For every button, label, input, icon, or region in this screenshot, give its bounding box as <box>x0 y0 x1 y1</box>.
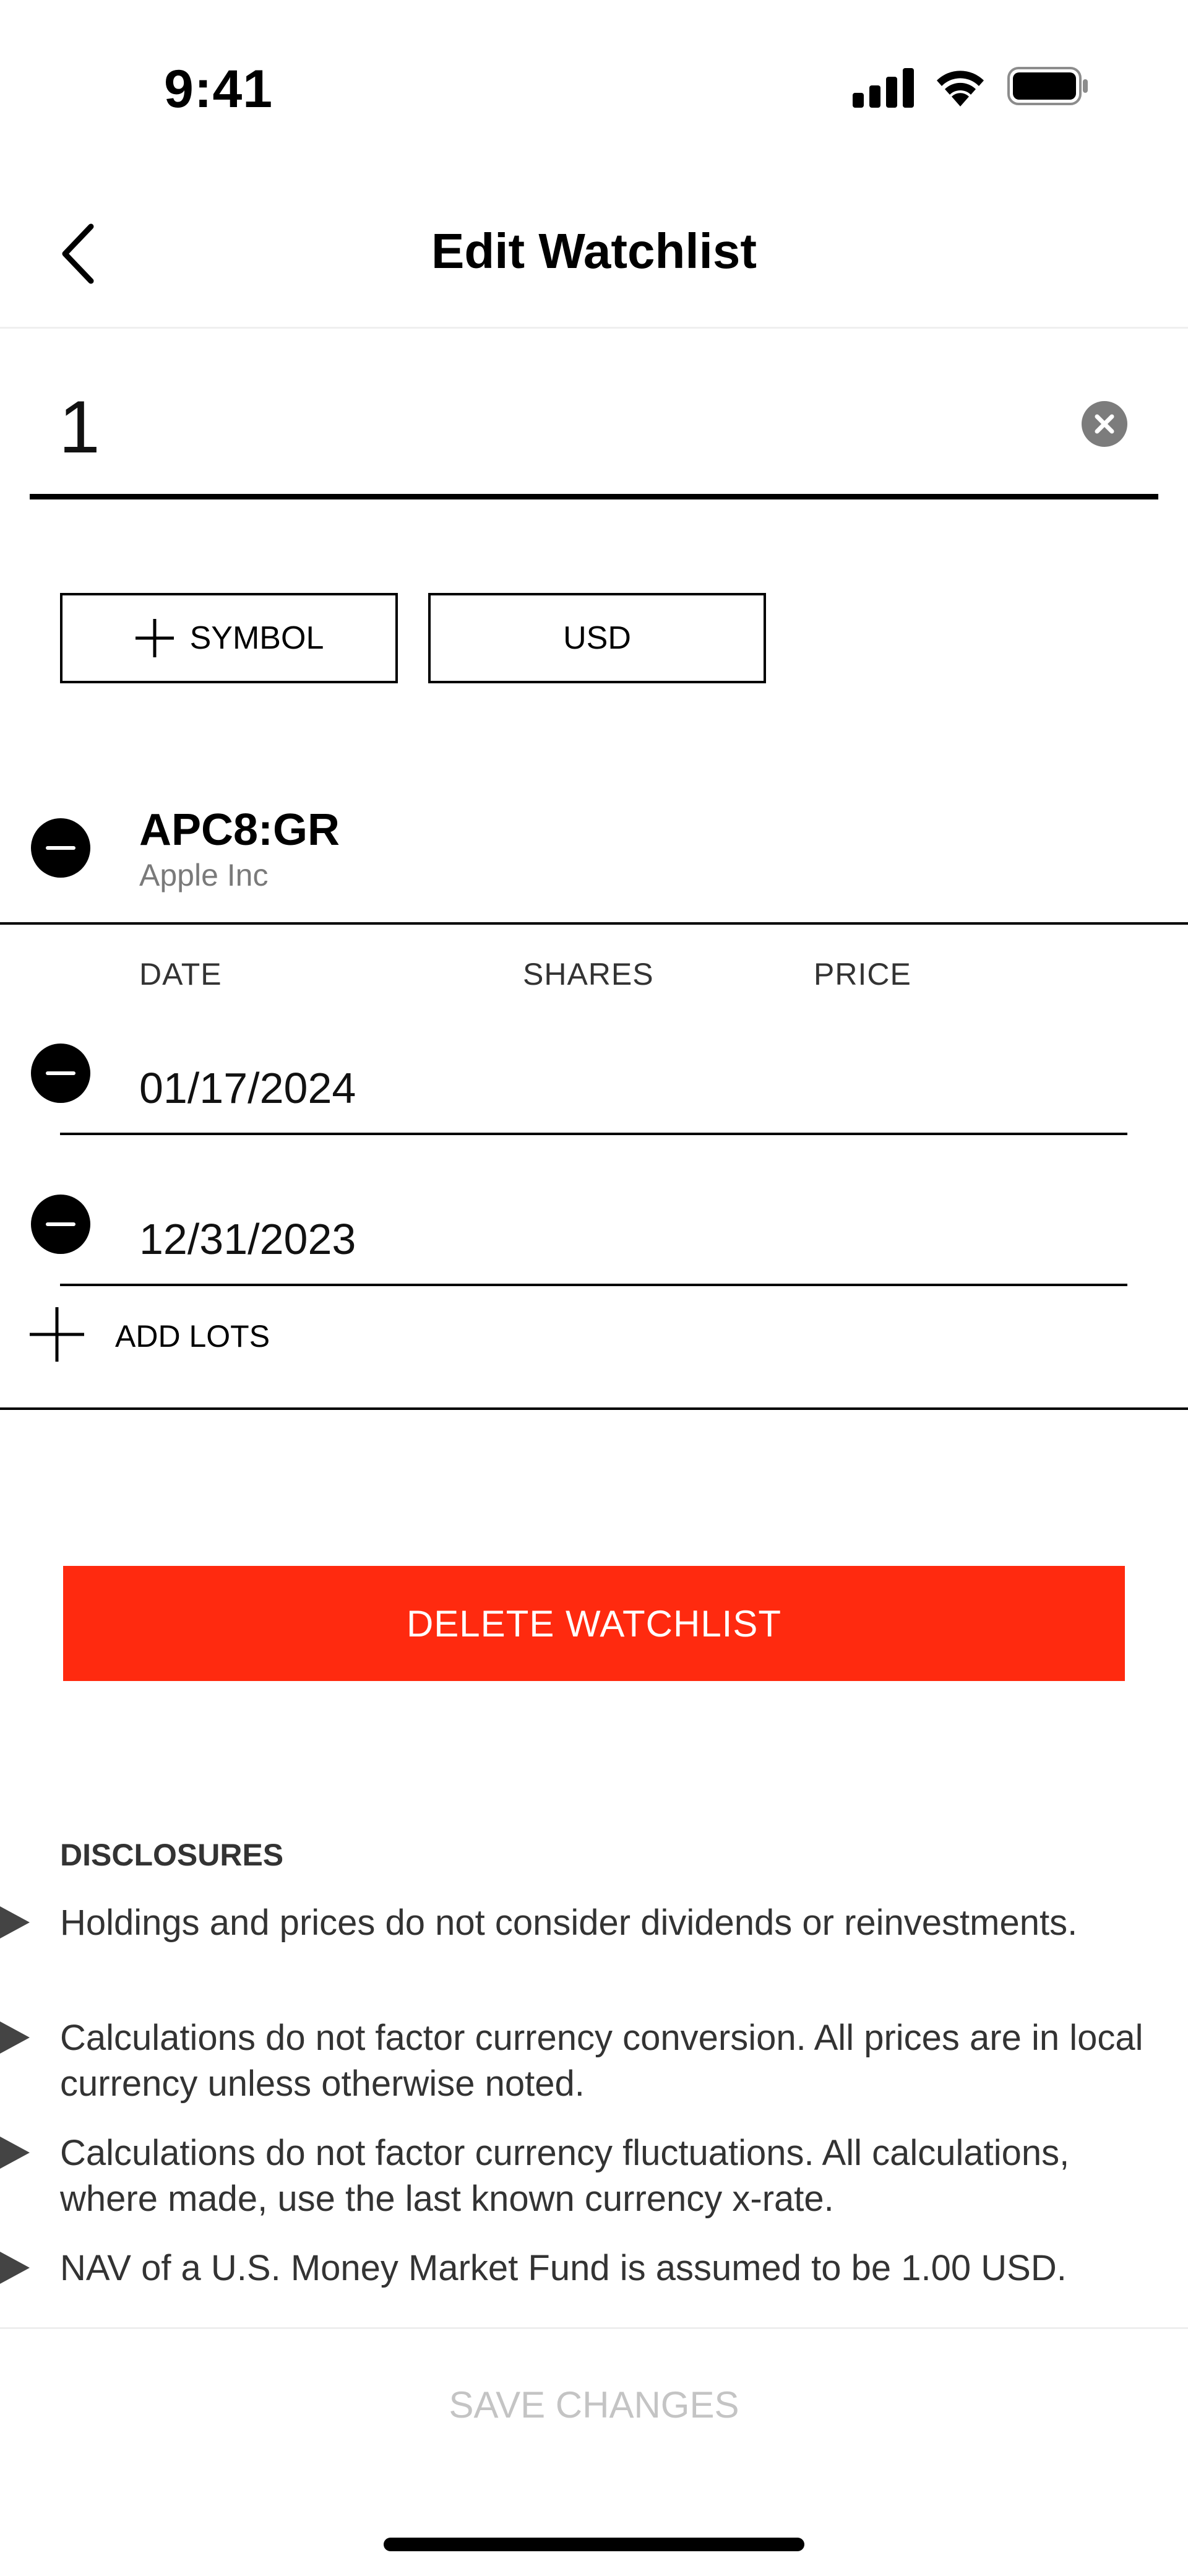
wifi-icon <box>937 71 984 106</box>
holding-bottom-divider <box>0 1407 1188 1410</box>
holding-ticker: APC8:GR <box>139 805 340 855</box>
remove-symbol-icon[interactable] <box>31 818 90 878</box>
add-symbol-label: SYMBOL <box>189 620 324 656</box>
disclosure-bullet-icon <box>0 2137 30 2169</box>
home-indicator[interactable] <box>384 2538 804 2551</box>
column-header-price: PRICE <box>814 957 911 992</box>
delete-watchlist-button[interactable]: DELETE WATCHLIST <box>63 1566 1125 1681</box>
cellular-signal-icon <box>853 68 914 108</box>
disclosures-title: DISCLOSURES <box>60 1838 284 1872</box>
column-header-date: DATE <box>139 957 222 992</box>
currency-label: USD <box>563 620 631 656</box>
add-lots-button[interactable]: ADD LOTS <box>115 1318 270 1354</box>
input-underline <box>30 494 1158 499</box>
disclosure-item: Calculations do not factor currency conv… <box>60 2018 1143 2104</box>
add-symbol-button[interactable]: SYMBOL <box>60 593 398 683</box>
watchlist-name-input[interactable] <box>59 378 1049 477</box>
remove-lot-icon[interactable] <box>31 1044 90 1103</box>
disclosure-item: Calculations do not factor currency fluc… <box>60 2133 1070 2219</box>
holding-divider <box>0 922 1188 925</box>
lot-underline <box>60 1133 1127 1135</box>
header-divider <box>0 327 1188 329</box>
currency-button[interactable]: USD <box>428 593 766 683</box>
column-header-shares: SHARES <box>523 957 654 992</box>
disclosure-bullet-icon <box>0 2021 30 2054</box>
holding-company: Apple Inc <box>139 858 269 893</box>
lot-underline <box>60 1284 1127 1286</box>
disclosure-item: Holdings and prices do not consider divi… <box>60 1903 1078 1943</box>
footer-divider <box>0 2327 1188 2329</box>
disclosure-bullet-icon <box>0 2252 30 2284</box>
disclosure-item: NAV of a U.S. Money Market Fund is assum… <box>60 2248 1067 2288</box>
plus-icon <box>135 619 174 657</box>
lot-date-field[interactable]: 12/31/2023 <box>139 1214 356 1264</box>
page-title: Edit Watchlist <box>431 223 757 279</box>
status-time: 9:41 <box>164 59 273 119</box>
battery-icon <box>1007 67 1088 105</box>
clear-input-icon[interactable] <box>1082 401 1127 447</box>
remove-lot-icon[interactable] <box>31 1195 90 1254</box>
add-lots-plus-icon[interactable] <box>30 1307 84 1362</box>
disclosure-bullet-icon <box>0 1906 30 1938</box>
save-changes-button[interactable]: SAVE CHANGES <box>0 2371 1188 2439</box>
lot-date-field[interactable]: 01/17/2024 <box>139 1063 356 1113</box>
